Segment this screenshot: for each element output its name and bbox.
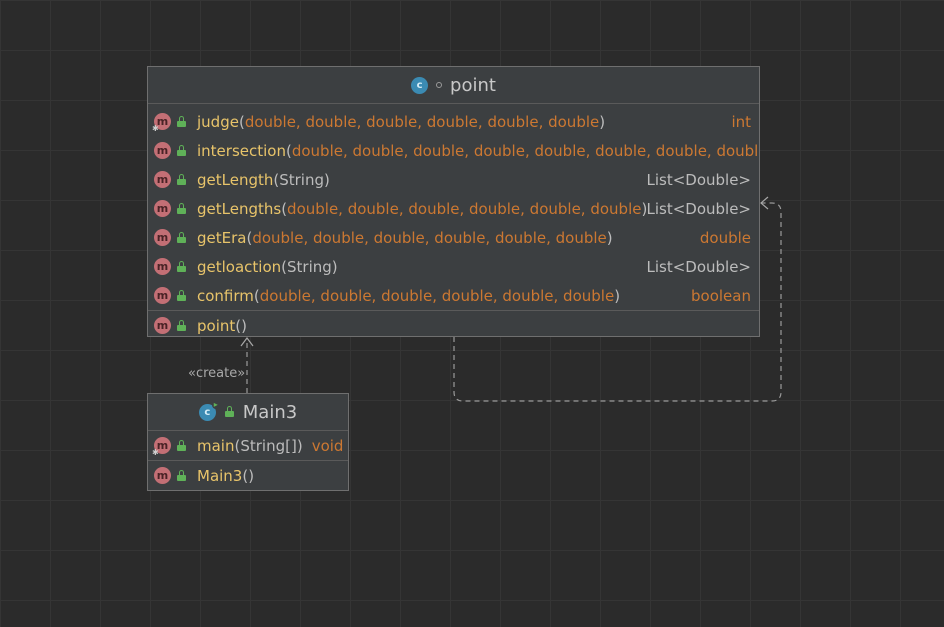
class-box-point[interactable]: c point m ✱ judge(double, double, double,… <box>147 66 760 337</box>
class-box-main3[interactable]: c ▸ Main3 m ✱ main(String[]) void m Main3(… <box>147 393 349 491</box>
constructors-section: m point() <box>148 311 759 336</box>
method-params: String <box>287 257 332 276</box>
method-return-type: List<Double> <box>646 257 751 276</box>
method-name: confirm <box>197 286 254 305</box>
method-row-confirm[interactable]: m confirm(double, double, double, double… <box>148 281 759 310</box>
method-return-type: boolean <box>691 286 751 305</box>
method-params: double, double, double, double, double, … <box>287 199 642 218</box>
method-params: String <box>279 170 324 189</box>
public-lock-icon <box>177 469 187 482</box>
method-row-getloaction[interactable]: m getloaction(String) List<Double> <box>148 252 759 281</box>
method-icon: m <box>154 200 171 217</box>
method-icon: m ✱ <box>152 437 171 457</box>
constructor-name: point <box>197 316 236 335</box>
methods-section: m ✱ main(String[]) void <box>148 431 348 461</box>
class-name: Main3 <box>242 401 298 423</box>
method-return-type: int <box>731 112 751 131</box>
public-lock-icon <box>177 115 187 128</box>
class-header-point[interactable]: c point <box>148 67 759 104</box>
method-params: double, double, double, double, double, … <box>252 228 607 247</box>
method-params: double, double, double, double, double, … <box>291 141 760 160</box>
method-return-type: double <box>699 228 751 247</box>
method-row-getEra[interactable]: m getEra(double, double, double, double,… <box>148 223 759 252</box>
class-name: point <box>450 74 496 96</box>
method-name: getLengths <box>197 199 282 218</box>
method-params: String[] <box>240 436 297 455</box>
method-name: intersection <box>197 141 286 160</box>
public-lock-icon <box>224 406 235 418</box>
method-icon: m <box>154 467 171 484</box>
constructor-name: Main3 <box>197 466 243 485</box>
method-icon: m <box>154 171 171 188</box>
public-lock-icon <box>177 319 187 332</box>
method-row-getLengths[interactable]: m getLengths(double, double, double, dou… <box>148 194 759 223</box>
method-icon: m <box>154 229 171 246</box>
run-marker-icon: ▸ <box>211 399 220 409</box>
method-row-getLength[interactable]: m getLength(String) List<Double> <box>148 165 759 194</box>
method-row-intersection[interactable]: m intersection(double, double, double, d… <box>148 136 759 165</box>
method-row-main[interactable]: m ✱ main(String[]) void <box>148 431 348 460</box>
method-icon: m <box>154 317 171 334</box>
method-params: double, double, double, double, double, … <box>259 286 615 305</box>
method-name: judge <box>197 112 239 131</box>
method-icon: m ✱ <box>152 113 171 133</box>
method-params: double, double, double, double, double, … <box>244 112 600 131</box>
methods-section: m ✱ judge(double, double, double, double,… <box>148 104 759 311</box>
public-lock-icon <box>177 439 187 452</box>
method-return-type: List<Double> <box>646 199 751 218</box>
method-icon: m <box>154 287 171 304</box>
public-lock-icon <box>177 289 187 302</box>
public-lock-icon <box>177 260 187 273</box>
static-marker-icon: ✱ <box>152 124 159 133</box>
method-icon: m <box>154 258 171 275</box>
method-name: getLength <box>197 170 274 189</box>
class-icon: c <box>411 76 429 94</box>
method-name: getEra <box>197 228 247 247</box>
method-return-type: List<Double> <box>646 170 751 189</box>
method-name: getloaction <box>197 257 282 276</box>
static-marker-icon: ✱ <box>152 448 159 457</box>
create-stereotype-label: «create» <box>188 366 246 381</box>
public-lock-icon <box>177 202 187 215</box>
runnable-class-icon: c ▸ <box>198 400 220 421</box>
method-icon: m <box>154 142 171 159</box>
constructor-row-point[interactable]: m point() <box>148 311 759 336</box>
package-dot-icon <box>436 82 443 88</box>
method-return-type: void <box>311 436 344 455</box>
public-lock-icon <box>177 144 187 157</box>
public-lock-icon <box>177 173 187 186</box>
diagram-canvas: «create» c point m ✱ judge(double, double… <box>0 0 944 627</box>
constructors-section: m Main3() <box>148 461 348 490</box>
constructor-row-main3[interactable]: m Main3() <box>148 461 348 490</box>
class-header-main3[interactable]: c ▸ Main3 <box>148 394 348 431</box>
method-row-judge[interactable]: m ✱ judge(double, double, double, double,… <box>148 107 759 136</box>
method-name: main <box>197 436 235 455</box>
public-lock-icon <box>177 231 187 244</box>
